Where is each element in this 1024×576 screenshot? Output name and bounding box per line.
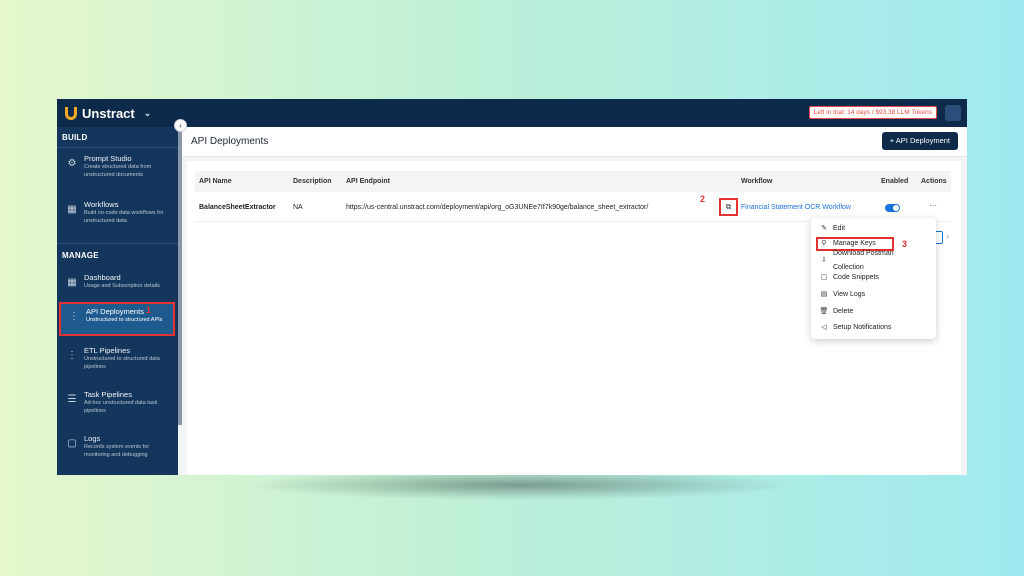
sidebar-item-logs[interactable]: ▢ Logs Records system events for monitor… — [59, 434, 175, 466]
column-header: Workflow — [741, 178, 773, 185]
menu-item-label: Delete — [833, 308, 854, 315]
column-header: API Endpoint — [346, 178, 390, 185]
sidebar-item-desc: Ad-hoc unstructured data task pipelines — [84, 400, 158, 414]
enabled-toggle[interactable] — [885, 204, 900, 212]
sidebar-item-label: Prompt Studio — [84, 154, 132, 163]
column-header: API Name — [199, 178, 232, 185]
build-section-title: BUILD — [62, 133, 88, 142]
menu-item-label: Edit — [833, 225, 846, 232]
sidebar-item-workflows[interactable]: ▦ Workflows Build no-code data workflows… — [59, 200, 175, 232]
sidebar-item-desc: Records system events for monitoring and… — [84, 444, 150, 458]
actions-dropdown-menu: ✎ Edit ⚲ Manage Keys 3 ⇩ Download Postma… — [811, 218, 936, 339]
logo-icon — [65, 106, 77, 120]
code-icon: ▢ — [820, 274, 828, 281]
add-api-deployment-button[interactable]: + API Deployment — [881, 132, 958, 150]
step-1-marker: 1 — [146, 305, 152, 315]
logs-icon: ▢ — [67, 438, 77, 449]
sidebar-item-task-pipelines[interactable]: ☰ Task Pipelines Ad-hoc unstructured dat… — [59, 390, 175, 422]
workflow-link[interactable]: Financial Statement OCR Workflow — [741, 204, 851, 211]
menu-item-code-snippets[interactable]: ▢ Code Snippets — [816, 271, 926, 285]
endpoint-cell: https://us-central.unstract.com/deployme… — [346, 204, 649, 211]
sidebar-item-desc: Create structured data from unstructured… — [84, 164, 152, 178]
trial-badge[interactable]: Left in trial: 14 days / $93.38 LLM Toke… — [808, 106, 937, 119]
actions-menu-icon[interactable]: ··· — [929, 201, 937, 210]
menu-item-label: Code Snippets — [833, 274, 879, 281]
sidebar-item-dashboard[interactable]: ▦ Dashboard Usage and Subscription detai… — [59, 273, 175, 297]
description-cell: NA — [293, 204, 303, 211]
pagination-page[interactable] — [935, 231, 943, 244]
app-logo[interactable]: Unstract ⌄ — [65, 106, 151, 121]
sidebar-item-label: Dashboard — [84, 273, 121, 282]
page-header: API Deployments + API Deployment — [182, 127, 967, 157]
manage-section-title: MANAGE — [62, 251, 99, 260]
notification-icon: ◁ — [821, 324, 827, 331]
app-window: Unstract ⌄ Left in trial: 14 days / $93.… — [57, 99, 967, 475]
dashboard-icon: ▦ — [67, 277, 77, 288]
chevron-right-icon[interactable]: › — [946, 231, 949, 241]
step-2-marker: 2 — [700, 194, 706, 204]
menu-item-setup-notifications[interactable]: ◁ Setup Notifications — [816, 321, 926, 335]
sidebar-item-etl-pipelines[interactable]: ⋮ ETL Pipelines Unstructured to structur… — [59, 346, 175, 378]
menu-item-download-postman[interactable]: ⇩ Download Postman Collection — [816, 250, 926, 271]
api-name-cell: BalanceSheetExtractor — [199, 204, 276, 211]
app-name: Unstract — [82, 105, 135, 121]
page-title: API Deployments — [191, 136, 269, 147]
delete-icon: 🗑 — [819, 308, 829, 315]
sidebar-item-desc: Unstructured to structured APIs — [86, 317, 163, 323]
divider — [57, 243, 178, 244]
api-deployments-icon: ⋮ — [69, 311, 79, 322]
sidebar: BUILD ⚙ Prompt Studio Create structured … — [57, 127, 178, 475]
sidebar-item-desc: Unstructured to structured data pipeline… — [84, 356, 160, 370]
sidebar-item-label: Logs — [84, 434, 101, 443]
sidebar-item-desc: Usage and Subscription details — [84, 283, 160, 289]
menu-item-view-logs[interactable]: ▤ View Logs — [816, 288, 926, 302]
chevron-down-icon[interactable]: ⌄ — [144, 108, 152, 119]
divider — [57, 147, 178, 148]
menu-item-label: View Logs — [833, 291, 866, 298]
sidebar-item-label: ETL Pipelines — [84, 346, 130, 355]
menu-item-label: Setup Notifications — [833, 324, 892, 331]
table-header: API Name Description API Endpoint Workfl… — [195, 171, 951, 192]
collapse-sidebar-icon[interactable]: ‹ — [174, 119, 187, 132]
workflows-icon: ▦ — [67, 204, 77, 215]
column-header: Enabled — [881, 178, 909, 185]
task-pipelines-icon: ☰ — [67, 394, 77, 405]
edit-icon: ✎ — [821, 225, 827, 232]
download-icon: ⇩ — [821, 257, 827, 264]
sidebar-item-prompt-studio[interactable]: ⚙ Prompt Studio Create structured data f… — [59, 154, 175, 186]
column-header: Actions — [921, 178, 947, 185]
etl-pipelines-icon: ⋮ — [67, 350, 77, 361]
logs-icon: ▤ — [820, 291, 828, 298]
menu-item-edit[interactable]: ✎ Edit — [816, 222, 926, 236]
prompt-studio-icon: ⚙ — [67, 158, 77, 169]
sidebar-item-api-deployments[interactable]: ⋮ API Deployments Unstructured to struct… — [59, 302, 175, 336]
column-header: Description — [293, 178, 332, 185]
top-bar: Unstract ⌄ Left in trial: 14 days / $93.… — [57, 99, 967, 127]
sidebar-item-label: Task Pipelines — [84, 390, 132, 399]
sidebar-item-label: Workflows — [84, 200, 119, 209]
menu-item-delete[interactable]: 🗑 Delete — [816, 305, 926, 319]
sidebar-item-desc: Build no-code data workflows for unstruc… — [84, 210, 164, 224]
key-icon: ⚲ — [821, 240, 827, 247]
copy-endpoint-icon[interactable]: ⧉ — [719, 198, 738, 216]
avatar[interactable] — [945, 105, 961, 121]
